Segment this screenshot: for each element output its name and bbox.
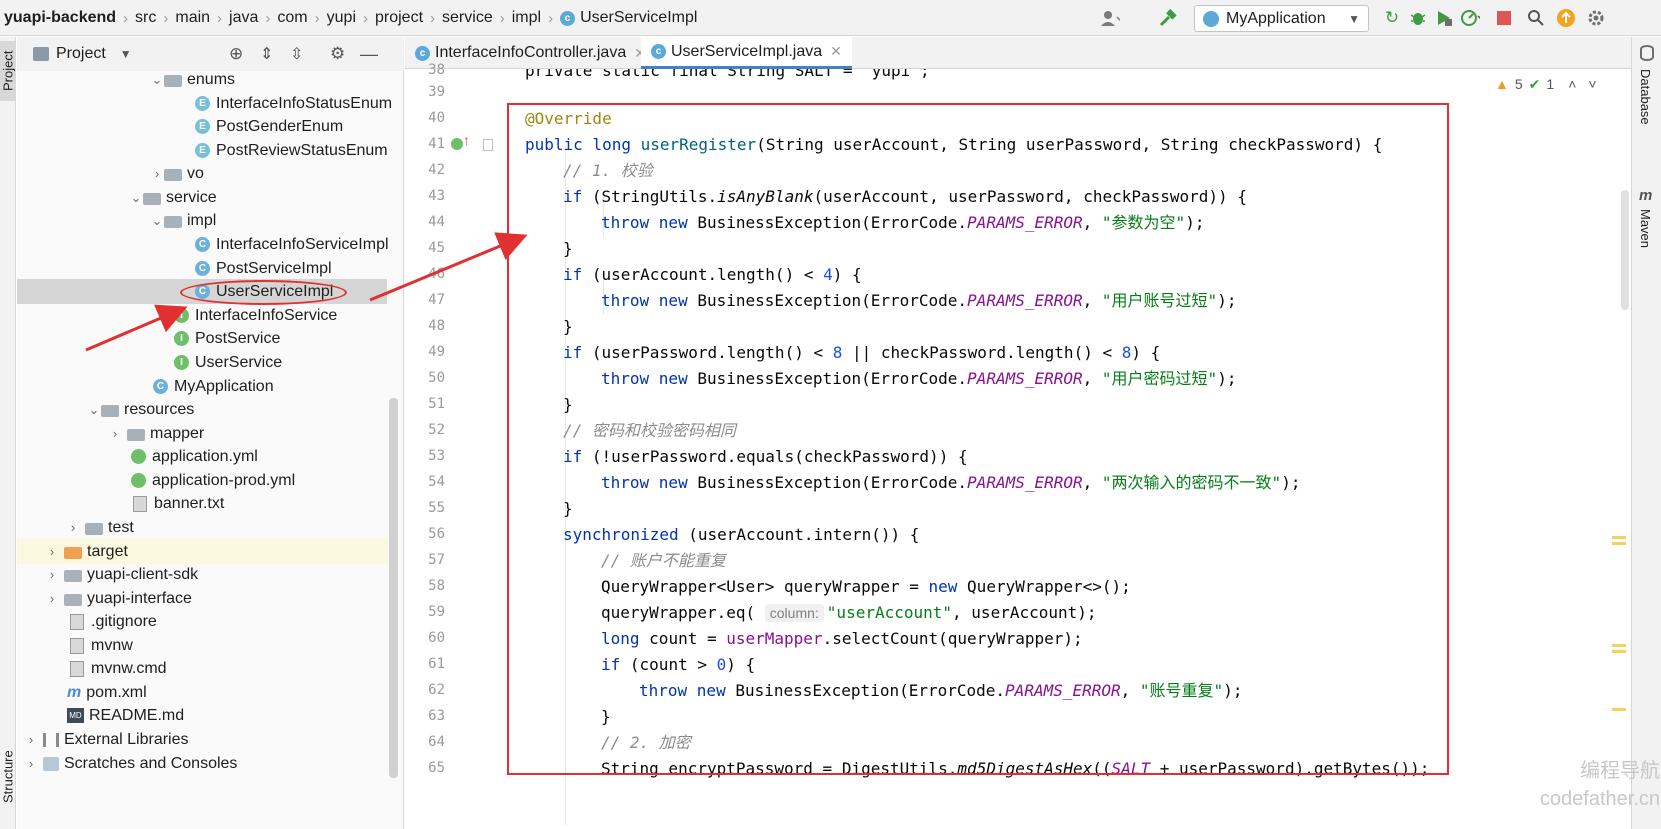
arrow-to-code: [369, 232, 528, 302]
watermark-line: codefather.cn: [1539, 788, 1660, 810]
watermark: 编程导航 codefather.cn: [1490, 757, 1660, 829]
arrow-to-file: [85, 304, 188, 352]
annotation-arrows: [85, 232, 528, 352]
watermark-line: 编程导航: [1580, 760, 1660, 782]
